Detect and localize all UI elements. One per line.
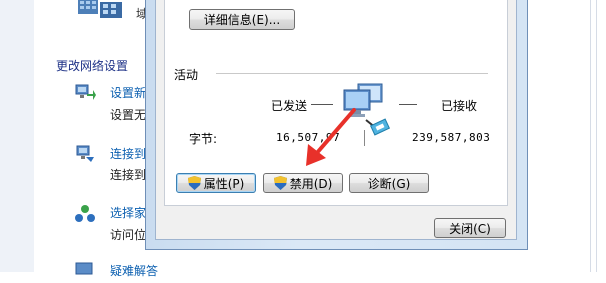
section-title: 更改网络设置: [56, 59, 129, 73]
uac-shield-icon: [273, 176, 287, 190]
diagnose-button-label: 诊断(G): [367, 176, 411, 191]
task-link-troubleshoot[interactable]: 疑难解答: [110, 262, 158, 279]
task-desc-connect: 连接到: [110, 168, 147, 182]
right-divider: [590, 0, 591, 272]
diagnose-button[interactable]: 诊断(G): [349, 173, 429, 193]
received-label: 已接收: [441, 99, 478, 113]
connect-to-network-icon: [76, 145, 94, 162]
disable-button[interactable]: 禁用(D): [263, 173, 343, 193]
activity-label: 活动: [174, 68, 199, 82]
bytes-received-value: 239,587,803: [412, 131, 491, 144]
properties-button-label: 属性(P): [203, 176, 245, 191]
annotation-arrow-icon: [306, 108, 356, 166]
details-button[interactable]: 详细信息(E)...: [189, 9, 295, 30]
bytes-label: 字节:: [189, 132, 218, 146]
close-button[interactable]: 关闭(C): [434, 218, 506, 238]
right-divider-2: [596, 0, 597, 272]
details-button-label: 详细信息(E)...: [203, 13, 281, 27]
left-margin: [0, 0, 34, 272]
task-link-homegroup[interactable]: 选择家: [110, 204, 146, 221]
task-desc-homegroup: 访问位: [110, 228, 147, 242]
new-connection-icon: [75, 84, 96, 100]
properties-button[interactable]: 属性(P): [176, 173, 256, 193]
activity-separator: [216, 73, 488, 74]
task-link-setup[interactable]: 设置新: [110, 84, 146, 101]
network-building-icon: [78, 0, 122, 18]
close-button-label: 关闭(C): [449, 221, 491, 236]
homegroup-icon: [75, 205, 95, 222]
uac-shield-icon: [187, 176, 201, 190]
disable-button-label: 禁用(D): [289, 176, 333, 191]
task-desc-setup: 设置无: [110, 108, 147, 122]
troubleshoot-icon: [75, 262, 93, 275]
received-dash: [399, 104, 417, 105]
task-link-connect[interactable]: 连接到: [110, 145, 146, 162]
